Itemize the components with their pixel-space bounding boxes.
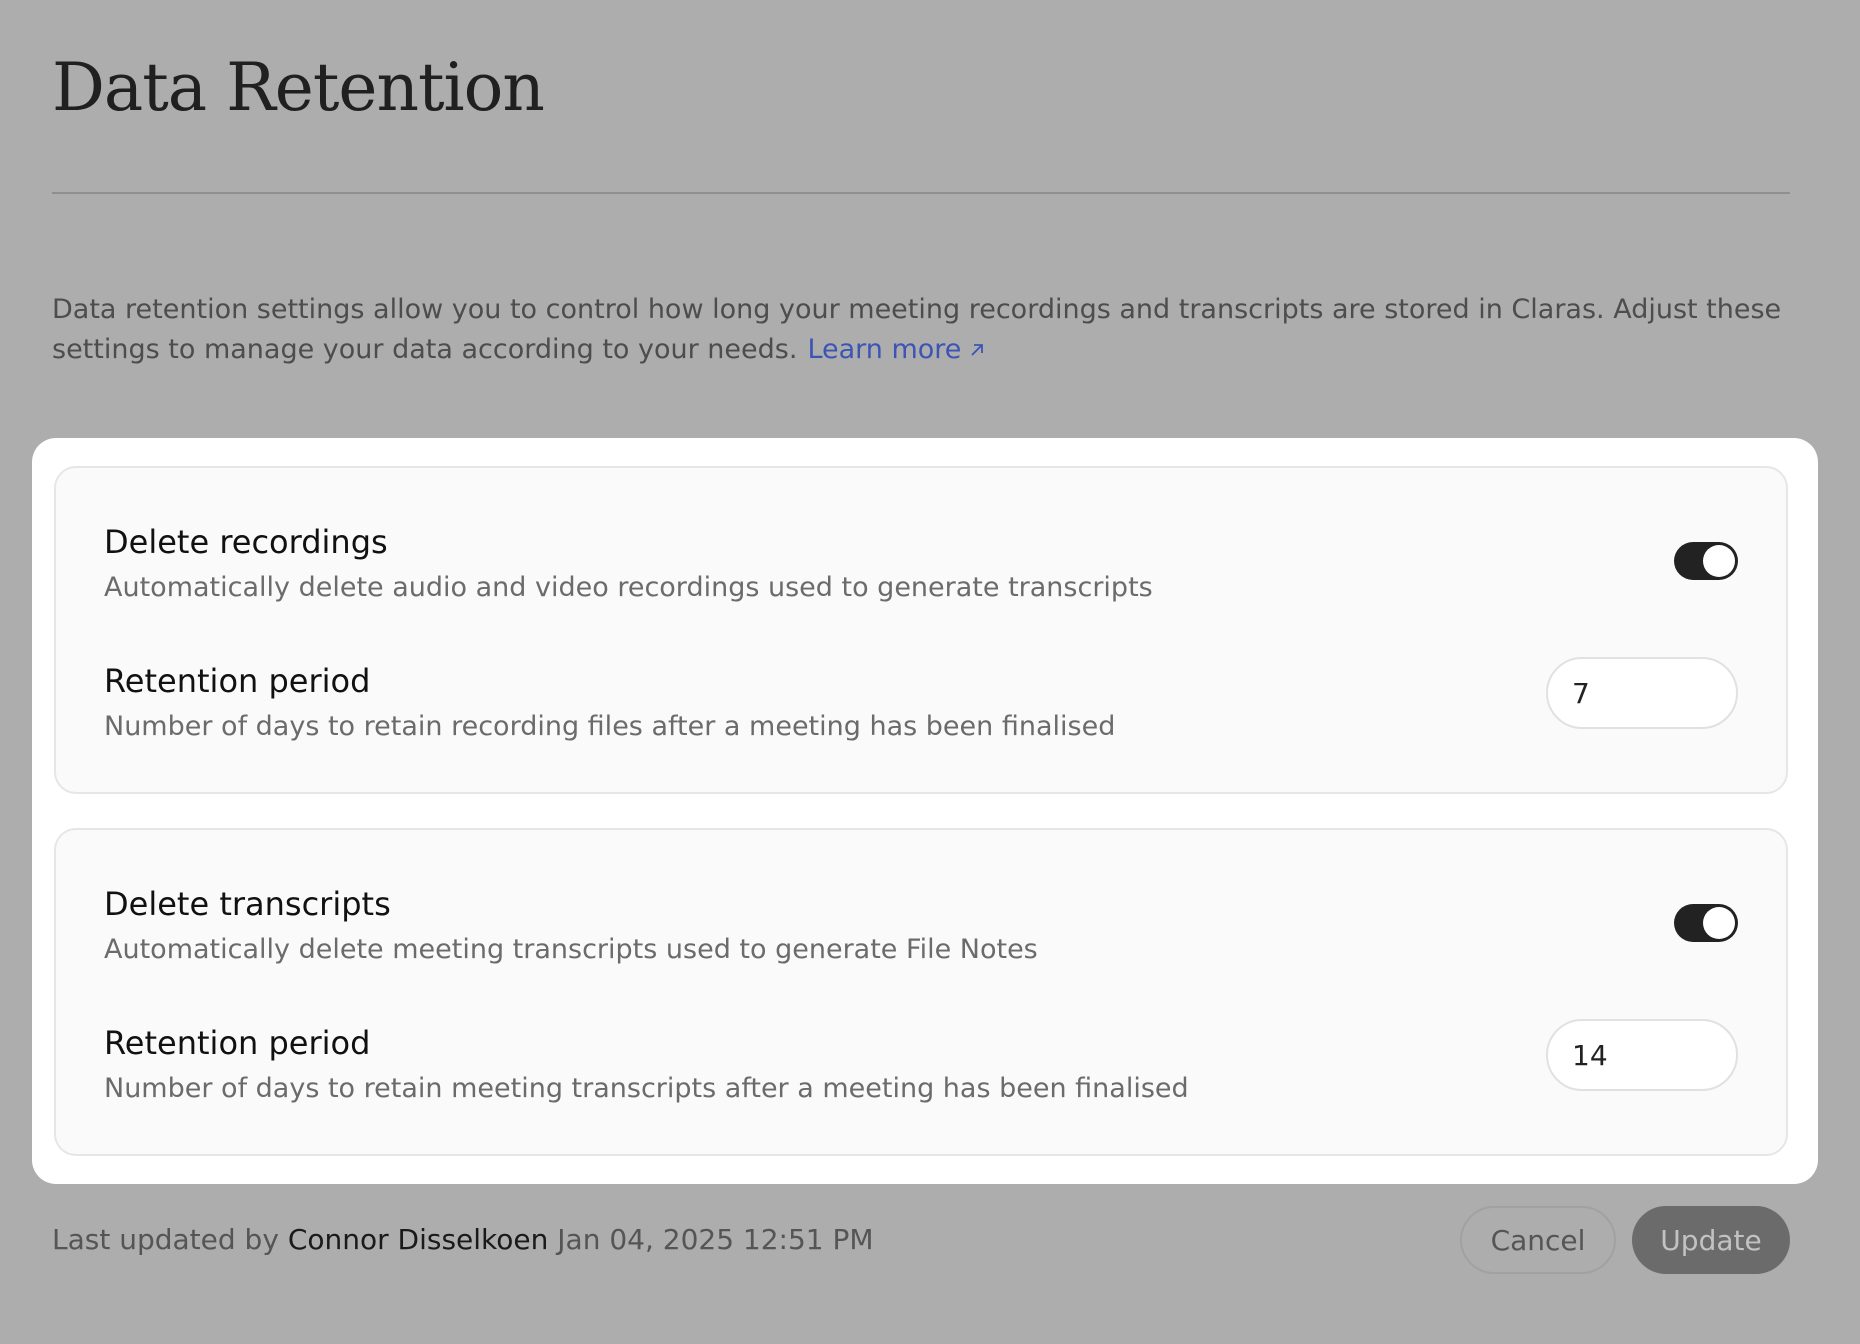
recordings-card: Delete recordings Automatically delete a… [54,466,1788,794]
cancel-button[interactable]: Cancel [1460,1206,1616,1274]
transcripts-retention-input[interactable] [1546,1019,1738,1091]
header-divider [52,192,1790,194]
intro-paragraph: Data retention settings allow you to con… [52,290,1792,370]
recordings-retention-input[interactable] [1546,657,1738,729]
page-title: Data Retention [52,49,545,126]
transcripts-retention-label: Retention period [104,1024,371,1062]
learn-more-label: Learn more [807,334,962,365]
delete-recordings-description: Automatically delete audio and video rec… [104,572,1153,603]
settings-panel: Delete recordings Automatically delete a… [32,438,1818,1184]
toggle-knob [1703,545,1735,577]
last-updated-timestamp: Jan 04, 2025 12:51 PM [557,1223,874,1256]
delete-recordings-toggle[interactable] [1674,542,1738,580]
recordings-retention-label: Retention period [104,662,371,700]
last-updated-user: Connor Disselkoen [287,1223,549,1256]
delete-recordings-row: Delete recordings Automatically delete a… [104,522,1738,622]
transcripts-retention-description: Number of days to retain meeting transcr… [104,1073,1189,1104]
delete-recordings-label: Delete recordings [104,523,388,561]
toggle-knob [1703,907,1735,939]
last-updated-prefix: Last updated by [52,1223,279,1256]
recordings-retention-row: Retention period Number of days to retai… [104,657,1738,761]
recordings-retention-description: Number of days to retain recording files… [104,711,1116,742]
transcripts-card: Delete transcripts Automatically delete … [54,828,1788,1156]
last-updated-text: Last updated by Connor Disselkoen Jan 04… [52,1220,874,1260]
update-button[interactable]: Update [1632,1206,1790,1274]
delete-transcripts-row: Delete transcripts Automatically delete … [104,884,1738,984]
delete-transcripts-label: Delete transcripts [104,885,391,923]
transcripts-retention-row: Retention period Number of days to retai… [104,1019,1738,1123]
learn-more-link[interactable]: Learn more [807,334,985,365]
arrow-up-right-icon [969,330,985,370]
delete-transcripts-toggle[interactable] [1674,904,1738,942]
delete-transcripts-description: Automatically delete meeting transcripts… [104,934,1038,965]
